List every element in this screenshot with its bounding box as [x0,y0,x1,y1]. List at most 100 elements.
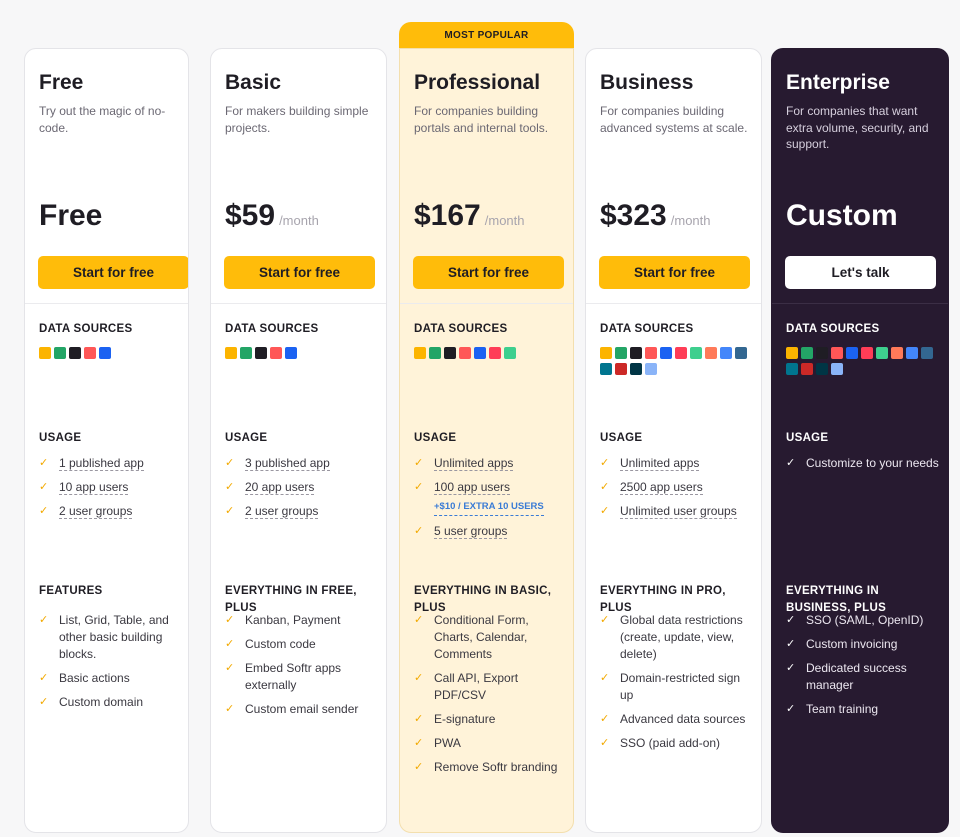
notion-icon [444,347,456,359]
data-source-icons [600,347,752,375]
start-for-free-button[interactable]: Start for free [38,256,188,289]
google-sheets-icon [429,347,441,359]
feature-item-label: Team training [806,702,879,716]
usage-item: ✓ 2 user groups [39,503,188,520]
feature-item-label: Basic actions [59,671,130,685]
plan-card-business: Business For companies building advanced … [585,48,762,833]
usage-list: ✓ 3 published app ✓ 20 app users ✓ 2 user gro… [225,455,381,527]
sqlserver-icon [615,363,627,375]
feature-item-label: PWA [434,736,461,750]
smartsuite-icon [645,347,657,359]
mariadb-icon [816,363,828,375]
data-sources-heading: DATA SOURCES [39,323,133,335]
feature-item-label: E-signature [434,712,496,726]
feature-item-label: Custom invoicing [806,637,898,651]
data-sources-heading: DATA SOURCES [414,323,508,335]
feature-item-label: Custom code [245,637,316,651]
usage-item-label: 20 app users [245,480,315,495]
check-icon: ✓ [39,614,49,626]
check-icon: ✓ [600,457,610,469]
usage-item-label: 2 user groups [245,504,319,519]
usage-item: ✓ Customize to your needs [786,455,942,472]
airtable-icon [786,347,798,359]
feature-item-label: Custom email sender [245,702,359,716]
notion-icon [69,347,81,359]
start-for-free-button[interactable]: Start for free [224,256,375,289]
feature-item: ✓ Kanban, Payment [225,612,381,629]
feature-item: ✓ E-signature [414,711,570,728]
price-amount: Free [39,199,103,232]
start-for-free-button[interactable]: Start for free [413,256,564,289]
plan-price: $59/month [225,199,319,233]
usage-item-label: Unlimited apps [620,456,700,471]
feature-item: ✓ Custom email sender [225,701,381,718]
usage-list: ✓ Unlimited apps ✓ 2500 app users ✓ Unlimited… [600,455,756,527]
usage-item: ✓ 5 user groups [414,523,570,540]
check-icon: ✓ [600,505,610,517]
usage-list: ✓ Customize to your needs [786,455,942,479]
plan-name: Professional [414,71,541,94]
check-icon: ✓ [786,457,796,469]
airtable-icon [39,347,51,359]
usage-item: ✓ 20 app users [225,479,381,496]
rest-api-icon [645,363,657,375]
features-list: ✓ Kanban, Payment ✓ Custom code ✓ Embed Softr… [225,612,381,725]
check-icon: ✓ [225,457,235,469]
check-icon: ✓ [39,481,49,493]
check-icon: ✓ [600,737,610,749]
features-list: ✓ Conditional Form, Charts, Calendar, Com… [414,612,570,783]
check-icon: ✓ [786,703,796,715]
features-heading: FEATURES [39,585,103,597]
plan-card-enterprise: Enterprise For companies that want extra … [771,48,949,833]
usage-item-label: 2500 app users [620,480,703,495]
monday-icon [861,347,873,359]
usage-item: ✓ 3 published app [225,455,381,472]
feature-item: ✓ Conditional Form, Charts, Calendar, Com… [414,612,570,663]
plan-card-free: Free Try out the magic of no-code. Free Sta… [24,48,189,833]
usage-item: ✓ Unlimited apps [600,455,756,472]
price-amount: $323 [600,199,667,232]
usage-heading: USAGE [225,432,268,444]
feature-item: ✓ Call API, Export PDF/CSV [414,670,570,704]
rest-api-icon [831,363,843,375]
features-list: ✓ SSO (SAML, OpenID) ✓ Custom invoicing ✓ Ded… [786,612,942,725]
feature-item-label: List, Grid, Table, and other basic build… [59,613,169,661]
check-icon: ✓ [414,614,424,626]
check-icon: ✓ [414,737,424,749]
feature-item-label: Custom domain [59,695,144,709]
usage-item-label: Customize to your needs [806,456,939,470]
feature-item: ✓ Custom invoicing [786,636,942,653]
mysql-icon [600,363,612,375]
notion-icon [816,347,828,359]
lets-talk-button[interactable]: Let's talk [785,256,936,289]
feature-item-label: Global data restrictions (create, update… [620,613,743,661]
usage-item-label: 100 app users [434,480,511,495]
feature-item: ✓ SSO (paid add-on) [600,735,756,752]
notion-icon [255,347,267,359]
check-icon: ✓ [225,481,235,493]
price-period: /month [279,213,319,228]
feature-item: ✓ List, Grid, Table, and other basic buil… [39,612,188,663]
price-amount: $59 [225,199,276,232]
supabase-icon [690,347,702,359]
data-sources-heading: DATA SOURCES [225,323,319,335]
smartsuite-icon [459,347,471,359]
feature-item: ✓ Domain-restricted sign up [600,670,756,704]
data-source-icons [786,347,938,375]
data-sources-heading: DATA SOURCES [600,323,694,335]
plan-price: $167/month [414,199,525,233]
feature-item-label: Dedicated success manager [806,661,907,692]
feature-item: ✓ Custom domain [39,694,188,711]
start-for-free-button[interactable]: Start for free [599,256,750,289]
usage-item-label: Unlimited apps [434,456,514,471]
google-sheets-icon [801,347,813,359]
extra-users-note: +$10 / EXTRA 10 USERS [434,498,544,516]
plan-price: $323/month [600,199,711,233]
usage-item-label: 1 published app [59,456,144,471]
plan-description: Try out the magic of no-code. [39,104,166,135]
divider [25,303,188,304]
sqlserver-icon [801,363,813,375]
feature-item-label: Kanban, Payment [245,613,341,627]
usage-item: ✓ 10 app users [39,479,188,496]
mariadb-icon [630,363,642,375]
